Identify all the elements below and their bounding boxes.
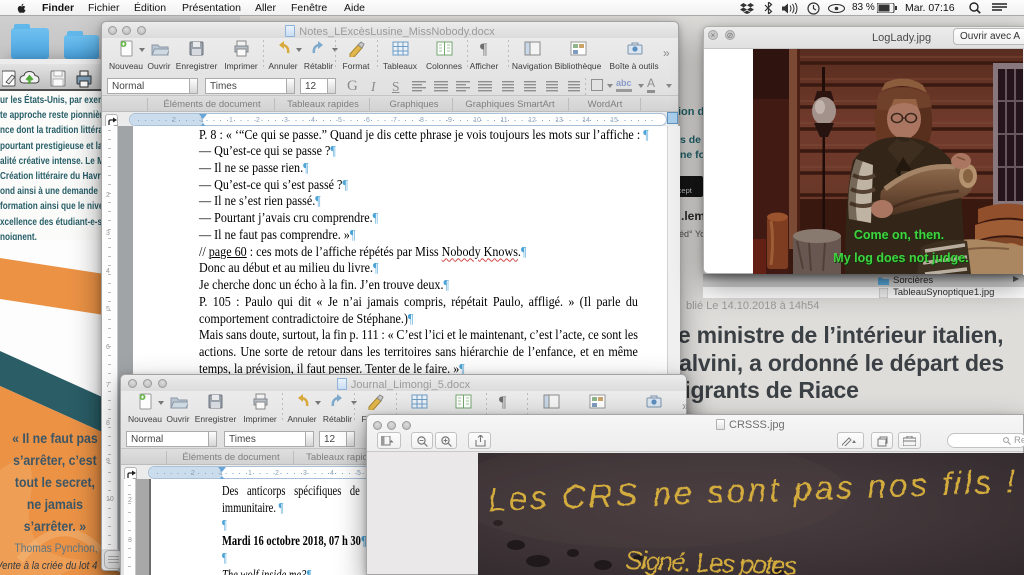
svg-text:Signé. Les potes: Signé. Les potes [625, 545, 798, 575]
svg-text:¶: ¶ [499, 394, 507, 410]
svg-text:My log does not judge.: My log does not judge. [833, 251, 968, 265]
svg-text:Come on, then.: Come on, then. [854, 228, 944, 242]
svg-text:¶: ¶ [480, 41, 488, 57]
